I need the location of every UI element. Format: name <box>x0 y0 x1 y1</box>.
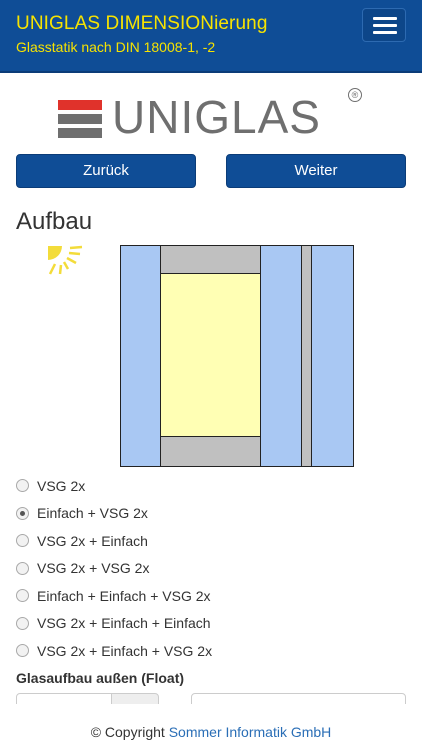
sun-icon <box>48 245 83 275</box>
option-einfach-vsg-2x[interactable]: Einfach + VSG 2x <box>16 500 406 528</box>
logo-stripe-grey-2 <box>58 128 102 138</box>
radio-button[interactable] <box>16 589 29 603</box>
app-header: UNIGLAS DIMENSIONierung Glasstatik nach … <box>0 0 422 73</box>
glass-outer-label: Glasaufbau außen (Float) <box>16 670 185 686</box>
radio-button[interactable] <box>16 561 29 575</box>
spacer-top <box>160 245 261 274</box>
glass-pane-3 <box>311 245 354 467</box>
foil-layer <box>301 245 312 467</box>
option-label: VSG 2x + Einfach + VSG 2x <box>37 642 213 659</box>
radio-button[interactable] <box>16 644 29 658</box>
section-title: Aufbau <box>16 208 93 235</box>
app-subtitle: Glasstatik nach DIN 18008-1, -2 <box>16 39 216 55</box>
option-label: VSG 2x <box>37 477 86 494</box>
radio-button[interactable] <box>16 534 29 548</box>
option-label: VSG 2x + VSG 2x <box>37 560 150 577</box>
uniglas-logo: UNIGLAS ® <box>56 86 368 148</box>
option-vsg-2x-vsg-2x[interactable]: VSG 2x + VSG 2x <box>16 555 406 583</box>
option-einfach-einfach-vsg-2x[interactable]: Einfach + Einfach + VSG 2x <box>16 582 406 610</box>
registered-mark: ® <box>348 88 362 102</box>
app-title: UNIGLAS DIMENSIONierung <box>16 13 268 34</box>
glass-buildup-diagram <box>120 245 354 467</box>
company-link[interactable]: Sommer Informatik GmbH <box>169 724 332 740</box>
footer: © Copyright Sommer Informatik GmbH <box>0 704 422 750</box>
spacer-bottom <box>160 436 261 467</box>
option-label: VSG 2x + Einfach + Einfach <box>37 615 211 632</box>
radio-button-selected[interactable] <box>16 506 29 520</box>
option-label: Einfach + Einfach + VSG 2x <box>37 587 211 604</box>
menu-button[interactable] <box>362 8 406 42</box>
logo-stripe-grey <box>58 114 102 124</box>
radio-button[interactable] <box>16 479 29 493</box>
glass-pane-2 <box>260 245 302 467</box>
option-vsg-2x-einfach[interactable]: VSG 2x + Einfach <box>16 527 406 555</box>
copyright-text: © Copyright <box>90 724 165 740</box>
next-button[interactable]: Weiter <box>226 154 406 188</box>
glass-pane-1 <box>120 245 161 467</box>
interlayer <box>160 273 261 437</box>
option-label: VSG 2x + Einfach <box>37 532 148 549</box>
option-vsg-2x[interactable]: VSG 2x <box>16 472 406 500</box>
logo-stripe-red <box>58 100 102 110</box>
option-vsg-2x-einfach-vsg-2x[interactable]: VSG 2x + Einfach + VSG 2x <box>16 637 406 665</box>
radio-button[interactable] <box>16 616 29 630</box>
option-label: Einfach + VSG 2x <box>37 505 148 522</box>
option-vsg-2x-einfach-einfach[interactable]: VSG 2x + Einfach + Einfach <box>16 610 406 638</box>
buildup-options: VSG 2x Einfach + VSG 2x VSG 2x + Einfach… <box>16 472 406 665</box>
back-button[interactable]: Zurück <box>16 154 196 188</box>
logo-text: UNIGLAS <box>112 91 321 143</box>
